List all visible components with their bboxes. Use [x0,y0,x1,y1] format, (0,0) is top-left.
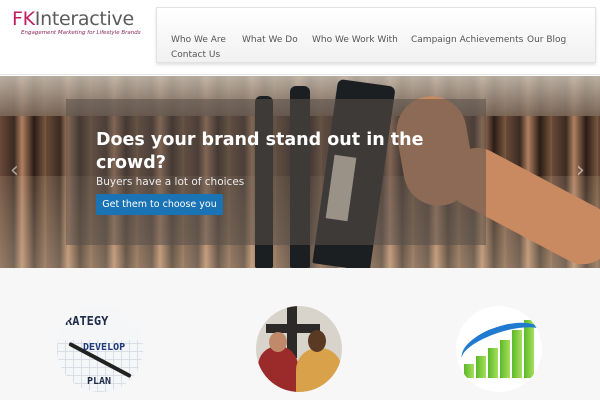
slider-next-arrow-icon[interactable]: › [576,160,585,182]
nav-item-who-we-are[interactable]: Who We Are [171,35,226,45]
strategy-image: RATEGY DEVELOP PLAN [57,306,143,392]
logo[interactable]: FKInteractive Engagement Marketing for L… [12,8,147,38]
cta-button[interactable]: Get them to choose you [96,194,223,215]
hero-title: Does your brand stand out in the crowd? [96,130,424,173]
person-head-image [308,330,326,352]
site-header: FKInteractive Engagement Marketing for L… [0,0,600,75]
nav-item-who-we-work-with[interactable]: Who We Work With [312,35,398,45]
logo-wordmark: FKInteractive [12,8,134,30]
nav-item-contact-us[interactable]: Contact Us [171,50,220,60]
person-head-image [269,332,287,352]
hero-subtitle: Buyers have a lot of choices [96,176,245,188]
strategy-word: RATEGY [65,314,109,328]
person-image [296,348,342,392]
main-nav: Who We Are What We Do Who We Work With C… [156,7,596,63]
logo-tagline: Engagement Marketing for Lifestyle Brand… [21,30,141,36]
nav-item-our-blog[interactable]: Our Blog [527,35,566,45]
slider-prev-arrow-icon[interactable]: ‹ [10,160,19,182]
nav-item-campaign-achievements[interactable]: Campaign Achievements [411,35,523,45]
nav-item-what-we-do[interactable]: What We Do [242,35,298,45]
plan-word: PLAN [87,376,112,387]
growth-chart-image [456,306,542,392]
people-image [256,306,342,392]
person-image [258,346,298,392]
